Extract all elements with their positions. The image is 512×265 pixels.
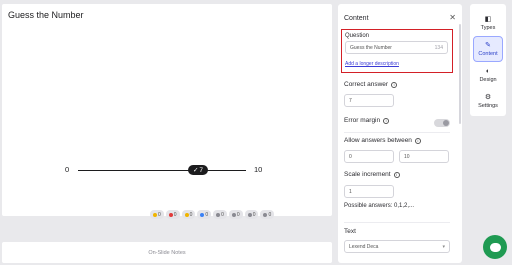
scale-min-label: 0 [65,165,70,174]
info-icon[interactable]: i [391,81,398,88]
chat-icon [489,242,501,252]
reaction-laugh[interactable]: 0 [181,210,196,219]
clap-icon [216,212,221,217]
scale-max-label: 10 [254,165,263,174]
slide-title: Guess the Number [8,10,84,20]
right-nav: ◧ Types ✎ Content ◐ Design ⚙ Settings [470,4,506,116]
nav-settings[interactable]: ⚙ Settings [473,88,503,114]
settings-icon: ⚙ [484,93,492,101]
reaction-eye[interactable]: 0 [260,210,275,219]
content-icon: ✎ [485,41,491,49]
error-margin-label: Error margin i [344,117,390,124]
eye-icon [263,212,268,217]
add-description-link[interactable]: Add a longer description [345,61,399,67]
correct-answer-label: Correct answer i [344,81,398,88]
correct-answer-input[interactable]: 7 [344,94,394,107]
possible-answers: Possible answers: 0,1,2,... [344,203,415,209]
panel-scrollbar[interactable] [459,24,461,124]
question-icon [200,212,205,217]
reaction-question[interactable]: 0 [197,210,212,219]
reaction-bar: 0 0 0 0 0 0 0 0 [150,210,275,219]
comment-icon [231,212,236,217]
reaction-flag[interactable]: 0 [244,210,259,219]
reaction-heart[interactable]: 0 [165,210,180,219]
error-margin-toggle[interactable] [434,119,450,127]
divider [344,132,450,133]
info-icon[interactable]: i [383,117,390,124]
question-value: Guess the Number [350,44,392,51]
range-max-input[interactable]: 10 [399,150,449,163]
nav-content[interactable]: ✎ Content [473,36,503,62]
thumbs-up-icon [153,212,157,217]
reaction-clap[interactable]: 0 [213,210,227,219]
nav-types[interactable]: ◧ Types [473,10,503,36]
slide-canvas[interactable]: Guess the Number 0 ✓ 7 10 0 0 0 0 0 0 0 … [2,4,332,219]
notes-label: On-Slide Notes [148,249,186,256]
flag-icon [247,212,252,217]
divider [344,222,450,223]
chevron-down-icon: ▾ [442,243,445,250]
scale-track [78,170,246,172]
types-icon: ◧ [484,15,492,23]
on-slide-notes[interactable]: On-Slide Notes [2,242,332,263]
font-select[interactable]: Lexend Deca ▾ [344,240,450,253]
allow-answers-label: Allow answers between i [344,137,421,144]
reaction-thumbs-up[interactable]: 0 [150,210,164,219]
reaction-comment[interactable]: 0 [228,210,243,219]
info-icon[interactable]: i [393,171,400,178]
text-label: Text [344,228,356,235]
scale-answer-value: 7 [199,166,204,174]
toggle-knob [443,120,449,126]
chat-button[interactable] [483,235,507,259]
question-section: Question Guess the Number 134 Add a long… [341,29,453,73]
design-icon: ◐ [485,67,491,75]
check-icon: ✓ [192,167,199,174]
scale-increment-input[interactable]: 1 [344,185,394,198]
scale-increment-label: Scale increment i [344,171,400,178]
question-label: Question [345,33,370,39]
laugh-icon [184,212,189,217]
question-input[interactable]: Guess the Number 134 [345,41,448,54]
range-min-input[interactable]: 0 [344,150,394,163]
scale-answer-thumb[interactable]: ✓ 7 [188,165,208,175]
nav-design[interactable]: ◐ Design [473,62,503,88]
close-icon[interactable]: ✕ [449,13,456,22]
content-panel: Content ✕ Question Guess the Number 134 … [338,4,462,263]
info-icon[interactable]: i [414,137,421,144]
char-count: 134 [434,44,443,51]
heart-icon [168,212,173,217]
panel-title: Content [344,15,369,22]
